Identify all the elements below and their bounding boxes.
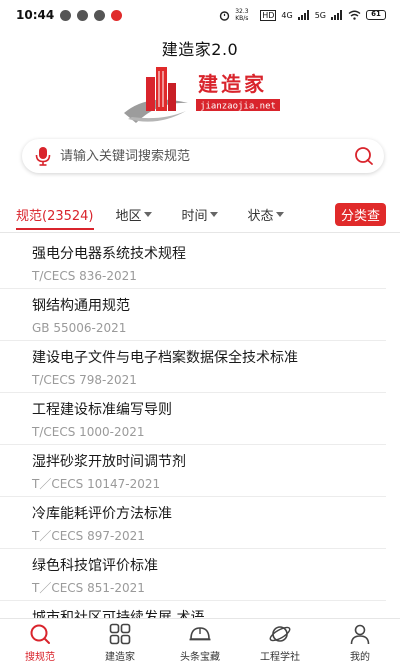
tab-time-label: 时间 <box>181 208 208 224</box>
battery-icon: 61 <box>366 10 386 20</box>
list-item[interactable]: 强电分电器系统技术规程 T/CECS 836-2021 <box>0 237 386 289</box>
standards-list: 强电分电器系统技术规程 T/CECS 836-2021 钢结构通用规范 GB 5… <box>0 237 400 653</box>
tab-standards-label: 规范(23524) <box>16 208 94 224</box>
list-item[interactable]: 绿色科技馆评价标准 T／CECS 851-2021 <box>0 549 386 601</box>
category-button[interactable]: 分类查 <box>334 202 386 226</box>
status-right: 32.3 KB/s HD 4G 5G 61 <box>219 8 386 22</box>
item-title: 钢结构通用规范 <box>32 298 130 314</box>
user-icon <box>350 624 370 645</box>
nav-item-headlines[interactable]: 头条宝藏 <box>160 619 240 666</box>
tab-standards[interactable]: 规范(23524) <box>16 205 94 230</box>
nav-label-headlines: 头条宝藏 <box>180 652 220 663</box>
helmet-icon <box>189 627 211 641</box>
status-time: 10:44 <box>16 8 55 22</box>
caret-down-icon <box>209 211 218 217</box>
brand-logo: 建造家 jianzaojia.net <box>124 67 280 123</box>
cell-label-5g: 5G <box>314 10 326 20</box>
item-code: GB 55006-2021 <box>32 321 127 335</box>
app-notification-icon <box>94 9 106 21</box>
search-input[interactable] <box>54 148 352 164</box>
notification-icon <box>60 9 72 21</box>
caret-down-icon <box>275 211 284 217</box>
item-title: 工程建设标准编写导则 <box>32 402 172 418</box>
network-speed: 32.3 KB/s <box>235 8 249 22</box>
nav-item-mine[interactable]: 我的 <box>320 619 400 666</box>
item-title: 绿色科技馆评价标准 <box>32 558 158 574</box>
item-code: T／CECS 10147-2021 <box>32 477 161 491</box>
cell-label-hd: HD <box>260 9 277 21</box>
cell-label-4g: 4G <box>281 10 293 20</box>
list-item[interactable]: 冷库能耗评价方法标准 T／CECS 897-2021 <box>0 497 386 549</box>
list-item[interactable]: 钢结构通用规范 GB 55006-2021 <box>0 289 386 341</box>
tab-region-label: 地区 <box>115 208 142 224</box>
app-title: 建造家2.0 <box>161 40 239 59</box>
tab-status-label: 状态 <box>247 208 274 224</box>
logo-text-url: jianzaojia.net <box>200 102 276 112</box>
signal-icon <box>297 10 309 20</box>
message-icon <box>77 9 89 21</box>
list-item[interactable]: 建设电子文件与电子档案数据保全技术标准 T/CECS 798-2021 <box>0 341 386 393</box>
search-box[interactable] <box>22 139 384 173</box>
item-code: T/CECS 798-2021 <box>32 373 137 387</box>
search-icon <box>30 624 50 644</box>
planet-icon <box>269 626 291 642</box>
status-bar: 10:44 32.3 KB/s HD 4G 5G 61 <box>0 0 400 30</box>
alarm-icon <box>220 10 230 21</box>
nav-item-search[interactable]: 搜规范 <box>0 619 80 666</box>
nav-item-builder[interactable]: 建造家 <box>80 619 160 666</box>
tab-region[interactable]: 地区 <box>116 205 152 224</box>
microphone-icon[interactable] <box>32 145 54 167</box>
search-icon[interactable] <box>352 145 374 167</box>
item-code: T／CECS 851-2021 <box>32 581 145 595</box>
item-code: T／CECS 897-2021 <box>32 529 145 543</box>
tab-status[interactable]: 状态 <box>248 205 284 224</box>
list-item[interactable]: 工程建设标准编写导则 T/CECS 1000-2021 <box>0 393 386 445</box>
signal-icon <box>331 10 342 20</box>
divider <box>0 232 400 233</box>
item-title: 湿拌砂浆开放时间调节剂 <box>32 454 186 470</box>
nav-label-builder: 建造家 <box>105 652 135 663</box>
item-title: 冷库能耗评价方法标准 <box>32 506 172 522</box>
item-title: 建设电子文件与电子档案数据保全技术标准 <box>32 350 298 366</box>
wifi-icon <box>348 10 361 20</box>
item-code: T/CECS 836-2021 <box>32 269 137 283</box>
item-title: 强电分电器系统技术规程 <box>32 246 186 262</box>
nav-label-search: 搜规范 <box>25 652 55 663</box>
logo-text-cn: 建造家 <box>198 72 267 96</box>
status-left: 10:44 <box>16 8 219 22</box>
filter-bar: 规范(23524) 地区 时间 状态 分类查 <box>0 198 400 230</box>
grid-icon <box>109 623 131 645</box>
tab-time[interactable]: 时间 <box>182 205 218 224</box>
list-item[interactable]: 湿拌砂浆开放时间调节剂 T／CECS 10147-2021 <box>0 445 386 497</box>
bottom-nav: 搜规范 建造家 头条宝藏 工程学社 我的 <box>0 618 400 666</box>
item-code: T/CECS 1000-2021 <box>32 425 145 439</box>
nav-label-academy: 工程学社 <box>260 652 300 663</box>
nav-item-academy[interactable]: 工程学社 <box>240 619 320 666</box>
nav-label-mine: 我的 <box>350 652 370 663</box>
caret-down-icon <box>143 211 152 217</box>
app-alert-icon <box>111 9 123 21</box>
